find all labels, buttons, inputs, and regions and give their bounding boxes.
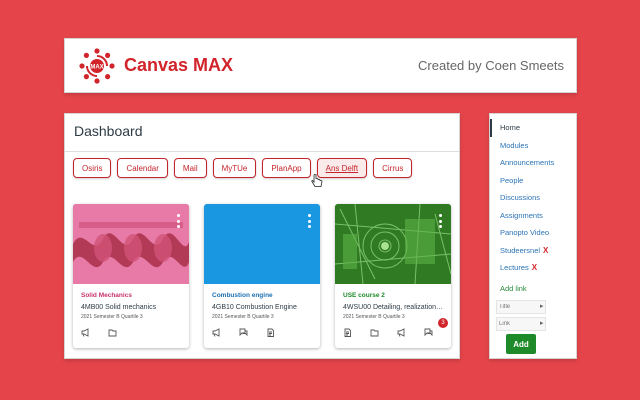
sidebar-item-label: Assignments bbox=[500, 210, 543, 220]
sidebar-item-panopto-video[interactable]: Panopto Video bbox=[490, 224, 576, 242]
card-image bbox=[335, 204, 451, 284]
quick-link-cirrus[interactable]: Cirrus bbox=[373, 158, 413, 178]
course-name[interactable]: 4WSU00 Detailing, realization… bbox=[343, 304, 443, 311]
add-button[interactable]: Add bbox=[506, 334, 536, 354]
course-name[interactable]: 4MB00 Solid mechanics bbox=[81, 304, 156, 311]
header-banner: MAX Canvas MAX Created by Coen Smeets bbox=[64, 38, 577, 93]
quick-link-ans-delft[interactable]: Ans Delft bbox=[316, 158, 368, 178]
files-icon[interactable] bbox=[108, 328, 117, 337]
announcements-icon[interactable] bbox=[397, 328, 406, 337]
sidebar-item-label: Modules bbox=[500, 140, 529, 150]
course-card-solid-mechanics[interactable]: Solid Mechanics 4MB00 Solid mechanics 20… bbox=[73, 204, 189, 348]
quick-link-mytue[interactable]: MyTUe bbox=[212, 158, 257, 178]
course-nav-sidebar: Home Modules Announcements People Discus… bbox=[489, 113, 577, 359]
link-field[interactable] bbox=[496, 317, 546, 331]
sidebar-item-discussions[interactable]: Discussions bbox=[490, 189, 576, 207]
title-field[interactable] bbox=[496, 300, 546, 314]
logo-text: MAX bbox=[90, 64, 103, 70]
discussions-icon[interactable] bbox=[239, 328, 248, 337]
sidebar-item-label: Panopto Video bbox=[500, 228, 550, 238]
course-term: 2021 Semester B Quartile 3 bbox=[81, 314, 143, 320]
notification-badge: 3 bbox=[438, 318, 448, 328]
card-menu-icon[interactable] bbox=[308, 214, 312, 228]
sidebar-item-label: Lectures bbox=[500, 263, 529, 273]
assignments-icon[interactable] bbox=[343, 328, 352, 337]
sidebar-item-label: Discussions bbox=[500, 193, 541, 203]
quick-link-planapp[interactable]: PlanApp bbox=[262, 158, 311, 178]
remove-link-icon[interactable]: X bbox=[543, 246, 548, 255]
card-image bbox=[204, 204, 320, 284]
sidebar-item-people[interactable]: People bbox=[490, 172, 576, 190]
quick-link-mail[interactable]: Mail bbox=[173, 158, 207, 178]
quick-links-bar: Osiris Calendar Mail MyTUe PlanApp Ans D… bbox=[73, 158, 413, 178]
announcements-icon[interactable] bbox=[81, 328, 90, 337]
add-link-heading: Add link bbox=[500, 284, 527, 293]
sidebar-item-lectures[interactable]: Lectures X bbox=[490, 259, 576, 277]
sidebar-item-studeersnel[interactable]: Studeersnel X bbox=[490, 242, 576, 260]
course-card-use-course-2[interactable]: USE course 2 4WSU00 Detailing, realizati… bbox=[335, 204, 451, 348]
field-dropdown-icon: ▸ bbox=[540, 320, 544, 327]
card-actions bbox=[212, 328, 275, 337]
hand-cursor-icon bbox=[311, 174, 323, 187]
course-name[interactable]: 4GB10 Combustion Engine bbox=[212, 304, 297, 311]
card-menu-icon[interactable] bbox=[177, 214, 181, 228]
course-cards: Solid Mechanics 4MB00 Solid mechanics 20… bbox=[73, 204, 451, 348]
divider bbox=[65, 151, 459, 152]
sidebar-item-label: Studeersnel bbox=[500, 245, 541, 255]
course-term: 2021 Semester B Quartile 3 bbox=[212, 314, 274, 320]
quick-link-osiris[interactable]: Osiris bbox=[73, 158, 112, 178]
course-code: USE course 2 bbox=[343, 292, 385, 299]
course-card-combustion-engine[interactable]: Combustion engine 4GB10 Combustion Engin… bbox=[204, 204, 320, 348]
remove-link-icon[interactable]: X bbox=[532, 263, 537, 272]
sidebar-item-label: People bbox=[500, 175, 524, 185]
dashboard-panel: Dashboard Osiris Calendar Mail MyTUe Pla… bbox=[64, 113, 460, 359]
canvas-max-logo: MAX bbox=[78, 47, 116, 85]
course-code: Solid Mechanics bbox=[81, 292, 132, 299]
sidebar-item-assignments[interactable]: Assignments bbox=[490, 207, 576, 225]
card-menu-icon[interactable] bbox=[439, 214, 443, 228]
quick-link-calendar[interactable]: Calendar bbox=[117, 158, 168, 178]
card-actions bbox=[81, 328, 117, 337]
assignments-icon[interactable] bbox=[266, 328, 275, 337]
page-title: Dashboard bbox=[74, 123, 143, 139]
field-dropdown-icon: ▸ bbox=[540, 303, 544, 310]
course-term: 2021 Semester B Quartile 3 bbox=[343, 314, 405, 320]
discussions-icon[interactable] bbox=[424, 328, 433, 337]
course-nav: Home Modules Announcements People Discus… bbox=[490, 119, 576, 277]
course-code: Combustion engine bbox=[212, 292, 273, 299]
sidebar-item-label: Announcements bbox=[500, 158, 555, 168]
announcements-icon[interactable] bbox=[212, 328, 221, 337]
sidebar-item-modules[interactable]: Modules bbox=[490, 137, 576, 155]
sidebar-item-label: Home bbox=[500, 123, 521, 133]
sidebar-item-announcements[interactable]: Announcements bbox=[490, 154, 576, 172]
app-title: Canvas MAX bbox=[124, 55, 234, 75]
card-actions bbox=[343, 328, 433, 337]
card-image bbox=[73, 204, 189, 284]
credit-text: Created by Coen Smeets bbox=[418, 58, 564, 73]
files-icon[interactable] bbox=[370, 328, 379, 337]
machinery-image bbox=[335, 204, 451, 284]
helical-shaft-image bbox=[73, 204, 189, 284]
sidebar-item-home[interactable]: Home bbox=[490, 119, 576, 137]
